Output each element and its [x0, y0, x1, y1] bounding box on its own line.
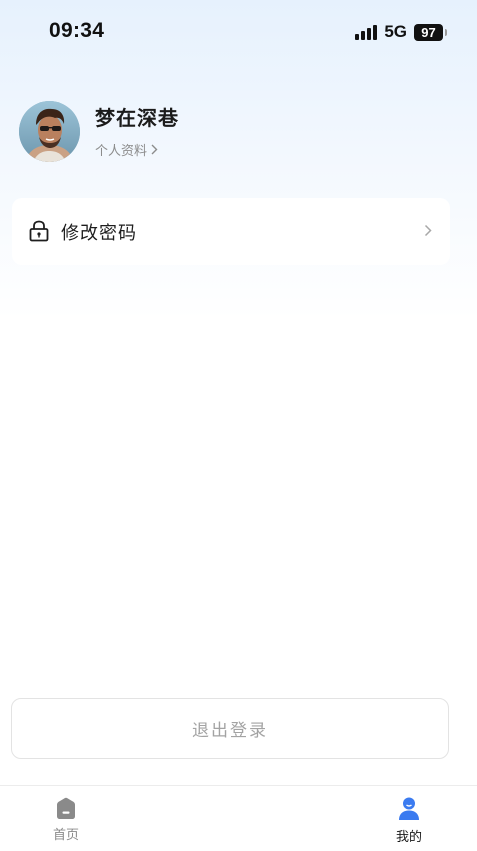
tab-label: 首页	[52, 828, 79, 843]
signal-icon	[355, 24, 378, 40]
tab-mine[interactable]: 我的	[387, 796, 431, 845]
avatar[interactable]	[19, 101, 80, 162]
status-bar: 09:34 5G 97	[0, 0, 477, 64]
profile-header[interactable]: 梦在深巷 个人资料	[19, 101, 179, 162]
user-icon	[399, 797, 419, 820]
logout-button[interactable]: 退出登录	[11, 698, 449, 759]
menu-item-label: 修改密码	[61, 223, 137, 244]
profile-link-label[interactable]: 个人资料	[95, 140, 147, 159]
status-icons: 5G 97	[355, 22, 447, 42]
battery-icon: 97	[414, 23, 447, 41]
menu-item-change-password[interactable]: 修改密码	[12, 198, 450, 265]
home-icon	[57, 797, 75, 819]
user-name: 梦在深巷	[95, 105, 179, 130]
tab-label: 我的	[395, 830, 422, 845]
status-time: 09:34	[49, 19, 105, 42]
settings-card: 修改密码	[12, 198, 450, 265]
lock-icon	[29, 220, 49, 242]
tab-bar: 首页 我的	[0, 785, 477, 851]
network-type: 5G	[384, 22, 407, 41]
profile-link[interactable]: 个人资料	[95, 140, 179, 159]
profile-text: 梦在深巷 个人资料	[95, 102, 179, 159]
tab-home[interactable]: 首页	[44, 796, 88, 843]
chevron-right-icon	[424, 224, 432, 237]
chevron-right-icon	[151, 144, 158, 154]
